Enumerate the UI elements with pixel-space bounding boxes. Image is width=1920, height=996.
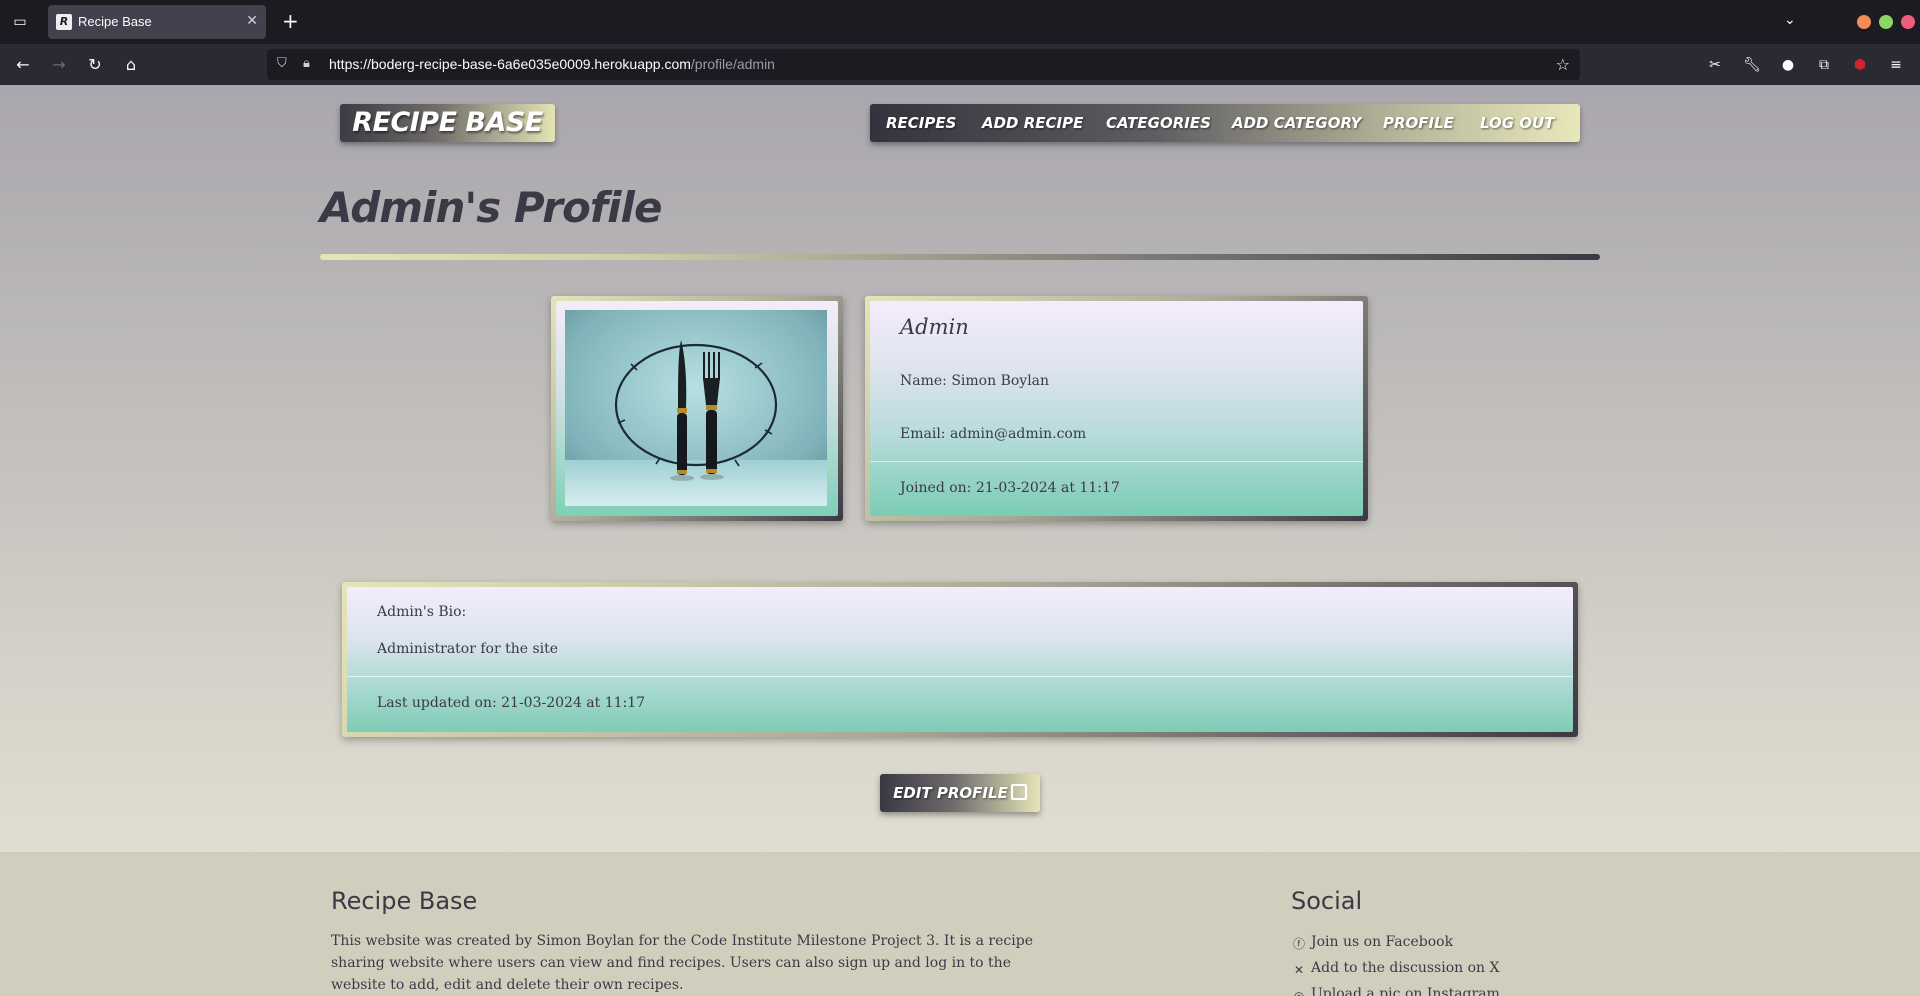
profile-bio-card: Admin's Bio: Administrator for the site … (342, 582, 1578, 737)
edit-profile-label: EDIT PROFILE (893, 784, 1008, 802)
window-minimize-button[interactable] (1857, 15, 1871, 29)
menu-hamburger-icon[interactable]: ≡ (1886, 55, 1906, 75)
tracking-shield-icon[interactable]: ⛉ (277, 56, 287, 71)
info-divider (870, 461, 1363, 462)
screenshot-icon[interactable]: ✂ (1705, 55, 1725, 75)
window-maximize-button[interactable] (1879, 15, 1893, 29)
social-instagram-link[interactable]: ◎ Upload a pic on Instagram (1291, 986, 1500, 996)
home-icon[interactable]: ⌂ (120, 54, 142, 76)
nav-log-out[interactable]: LOG OUT (1480, 104, 1554, 142)
lock-icon[interactable]: 🔒︎ (303, 56, 310, 71)
social-x-link[interactable]: ✕ Add to the discussion on X (1291, 960, 1499, 978)
account-avatar-icon[interactable]: ● (1778, 55, 1798, 75)
x-icon: ✕ (1293, 963, 1305, 977)
bookmark-star-icon[interactable]: ☆ (1556, 55, 1570, 74)
social-facebook-link[interactable]: ⓕ Join us on Facebook (1291, 934, 1453, 952)
url-text[interactable]: https://boderg-recipe-base-6a6e035e0009.… (329, 56, 775, 72)
browser-nav-bar: ← → ↻ ⌂ ⛉ 🔒︎ https://boderg-recipe-base-… (0, 44, 1920, 85)
social-instagram-label: Upload a pic on Instagram (1311, 986, 1500, 996)
browser-tab-active[interactable]: R Recipe Base ✕ (48, 5, 266, 39)
bio-text: Administrator for the site (377, 641, 559, 657)
tab-title: Recipe Base (78, 14, 152, 29)
browser-tab-bar: ▭ R Recipe Base ✕ + ⌄ (0, 0, 1920, 44)
social-x-label: Add to the discussion on X (1311, 960, 1500, 976)
page-title: Admin's Profile (320, 183, 662, 232)
profile-info-card: Admin Name: Simon Boylan Email: admin@ad… (865, 296, 1368, 521)
nav-recipes[interactable]: RECIPES (886, 104, 956, 142)
address-bar[interactable]: ⛉ 🔒︎ https://boderg-recipe-base-6a6e035e… (267, 49, 1580, 80)
footer-about-text: This website was created by Simon Boylan… (331, 933, 1033, 993)
profile-image (565, 310, 827, 506)
site-favicon-icon: R (56, 14, 72, 30)
main-navigation: RECIPES ADD RECIPE CATEGORIES ADD CATEGO… (870, 104, 1580, 142)
site-logo[interactable]: RECIPE BASE (340, 104, 555, 142)
tab-overflow-chevron-icon[interactable]: ⌄ (1784, 12, 1796, 28)
tab-close-icon[interactable]: ✕ (246, 13, 258, 29)
profile-image-card (551, 296, 843, 521)
ublock-origin-icon[interactable]: ⬢ (1850, 55, 1870, 75)
edit-pencil-icon (1010, 784, 1027, 800)
profile-username: Admin (900, 315, 969, 339)
facebook-icon: ⓕ (1292, 937, 1305, 951)
nav-categories[interactable]: CATEGORIES (1106, 104, 1211, 142)
profile-name: Name: Simon Boylan (900, 373, 1050, 389)
nav-add-recipe[interactable]: ADD RECIPE (982, 104, 1083, 142)
profile-email: Email: admin@admin.com (900, 426, 1087, 442)
extensions-puzzle-icon[interactable]: ⧉ (1814, 55, 1834, 75)
url-path: /profile/admin (690, 56, 775, 72)
title-divider (320, 254, 1600, 260)
page-content: RECIPE BASE RECIPES ADD RECIPE CATEGORIE… (0, 85, 1920, 996)
forward-arrow-icon[interactable]: → (48, 54, 70, 76)
window-close-button[interactable] (1901, 15, 1915, 29)
tab-list-icon[interactable]: ▭ (10, 12, 30, 32)
wrench-icon[interactable]: 🔧︎ (1742, 55, 1762, 75)
reload-icon[interactable]: ↻ (84, 54, 106, 76)
bio-last-updated: Last updated on: 21-03-2024 at 11:17 (377, 695, 646, 711)
social-facebook-label: Join us on Facebook (1311, 934, 1454, 950)
url-base: https://boderg-recipe-base-6a6e035e0009.… (329, 56, 691, 72)
instagram-icon: ◎ (1293, 989, 1305, 996)
back-arrow-icon[interactable]: ← (12, 54, 34, 76)
nav-add-category[interactable]: ADD CATEGORY (1232, 104, 1362, 142)
footer-about-heading: Recipe Base (331, 887, 478, 915)
bio-divider (347, 676, 1573, 677)
nav-profile[interactable]: PROFILE (1383, 104, 1454, 142)
new-tab-icon[interactable]: + (282, 10, 299, 32)
site-footer: Recipe Base This website was created by … (0, 852, 1920, 996)
footer-social-heading: Social (1291, 887, 1363, 915)
profile-joined: Joined on: 21-03-2024 at 11:17 (900, 480, 1120, 496)
bio-heading: Admin's Bio: (377, 604, 467, 620)
edit-profile-button[interactable]: EDIT PROFILE (880, 774, 1040, 812)
